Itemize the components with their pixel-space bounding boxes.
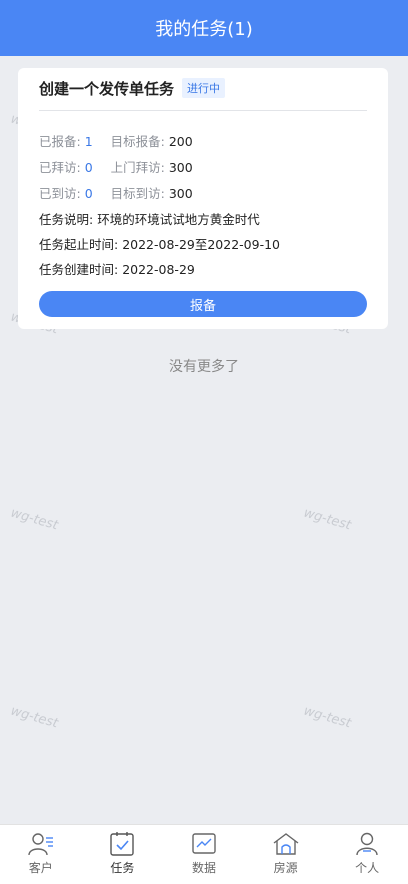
- watermark: wg-test: [301, 703, 353, 732]
- top-header: 我的任务(1): [0, 0, 408, 56]
- tab-label: 任务: [110, 861, 135, 875]
- arrive-stats-row: 已到访: 0 目标到访: 300: [39, 183, 193, 202]
- reported-label: 已报备:: [39, 134, 81, 149]
- task-icon: [110, 832, 135, 856]
- reported-value: 1: [84, 134, 93, 149]
- tab-label: 个人: [355, 861, 380, 875]
- target-arrive-label: 目标到访:: [110, 186, 165, 201]
- created-value: 2022-08-29: [122, 262, 195, 277]
- arrived-value: 0: [84, 186, 93, 201]
- home-visit-label: 上门拜访:: [110, 160, 165, 175]
- customer-icon: [28, 833, 53, 856]
- task-period-row: 任务起止时间: 2022-08-29至2022-09-10: [39, 234, 280, 253]
- home-visit-value: 300: [168, 160, 193, 175]
- tab-label: 房源: [273, 861, 298, 875]
- period-value: 2022-08-29至2022-09-10: [122, 237, 280, 252]
- arrived-label: 已到访:: [39, 186, 81, 201]
- created-label: 任务创建时间:: [39, 262, 119, 277]
- task-created-row: 任务创建时间: 2022-08-29: [39, 259, 195, 278]
- tab-person[interactable]: 个人: [326, 825, 408, 884]
- no-more-text: 没有更多了: [169, 359, 239, 375]
- status-badge: 进行中: [182, 78, 225, 98]
- report-button[interactable]: 报备: [39, 291, 367, 317]
- task-card[interactable]: 创建一个发传单任务 进行中 已报备: 1 目标报备: 200 已拜访: 0 上门…: [18, 68, 388, 329]
- page-title: 我的任务(1): [155, 19, 253, 40]
- divider: [39, 110, 367, 111]
- visited-value: 0: [84, 160, 93, 175]
- bottom-tabbar: 客户 任务 数据 房源 个人: [0, 824, 408, 884]
- person-icon: [356, 832, 378, 856]
- watermark: wg-test: [301, 505, 353, 534]
- tab-label: 数据: [191, 861, 216, 875]
- desc-label: 任务说明:: [39, 212, 94, 227]
- tab-data[interactable]: 数据: [163, 825, 245, 884]
- target-arrive-value: 300: [168, 186, 193, 201]
- tab-label: 客户: [28, 861, 53, 875]
- desc-value: 环境的环境试试地方黄金时代: [97, 212, 260, 227]
- task-description-row: 任务说明: 环境的环境试试地方黄金时代: [39, 209, 260, 228]
- period-label: 任务起止时间:: [39, 237, 119, 252]
- tab-customer[interactable]: 客户: [0, 825, 82, 884]
- visited-label: 已拜访:: [39, 160, 81, 175]
- chart-icon: [192, 833, 216, 854]
- house-icon: [273, 833, 298, 855]
- watermark: wg-test: [8, 505, 60, 534]
- target-report-label: 目标报备:: [110, 134, 165, 149]
- target-report-value: 200: [168, 134, 193, 149]
- task-title: 创建一个发传单任务: [39, 80, 175, 98]
- tab-task[interactable]: 任务: [82, 825, 164, 884]
- visit-stats-row: 已拜访: 0 上门拜访: 300: [39, 157, 193, 176]
- watermark: wg-test: [8, 703, 60, 732]
- report-stats-row: 已报备: 1 目标报备: 200: [39, 131, 193, 150]
- tab-house[interactable]: 房源: [245, 825, 327, 884]
